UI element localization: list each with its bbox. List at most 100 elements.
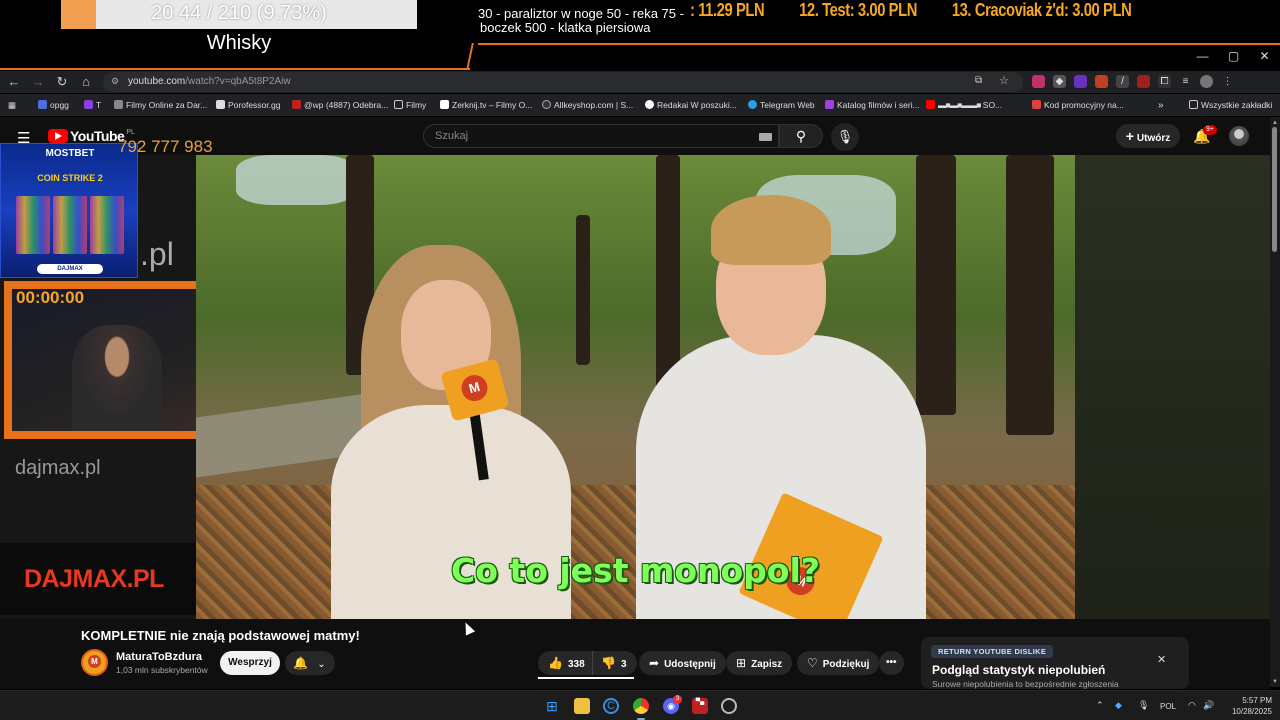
dislike-button[interactable]: 👎 3 <box>592 651 637 675</box>
apps-grid-icon[interactable]: ▦ <box>8 100 16 111</box>
volume-icon[interactable]: 🔊 <box>1203 700 1214 711</box>
bookmark-item[interactable]: Telegram Web <box>748 100 815 110</box>
address-bar[interactable]: ⚙ youtube.com/watch?v=qbA5t8P2Aiw ⧉ ☆ <box>103 72 1023 92</box>
channel-avatar[interactable]: M <box>81 649 108 676</box>
notification-settings-button[interactable]: 🔔 ⌄ <box>285 651 335 675</box>
extension-icon[interactable]: ◆ <box>1053 75 1066 88</box>
create-label: Utwórz <box>1136 133 1171 144</box>
channel-name[interactable]: MaturaToBzdura <box>116 651 202 663</box>
bookmark-favicon <box>542 100 551 109</box>
reload-icon[interactable]: ↻ <box>54 74 70 90</box>
bookmarks-bar: ▦ opgg T Filmy Online za Dar... Porofess… <box>0 94 1280 116</box>
menu-kebab-icon[interactable]: ⋮ <box>1221 75 1234 88</box>
keyboard-icon[interactable] <box>759 133 772 141</box>
browser-toolbar: ← → ↻ ⌂ ⚙ youtube.com/watch?v=qbA5t8P2Ai… <box>0 71 1280 93</box>
share-button[interactable]: ➦ Udostępnij <box>639 651 726 675</box>
create-button[interactable]: + Utwórz <box>1116 124 1180 148</box>
language-indicator[interactable]: POL <box>1160 702 1176 711</box>
bookmark-item[interactable]: Redakai W poszuki... <box>645 100 737 110</box>
support-button[interactable]: Wesprzyj <box>220 651 280 675</box>
maximize-button[interactable]: ▢ <box>1218 46 1249 68</box>
bookmark-label: Kod promocyjny na... <box>1044 100 1124 110</box>
tray-chevron-up-icon[interactable]: ⌃ <box>1096 700 1104 711</box>
microphone-icon: 🎙 <box>836 129 854 144</box>
scroll-down-arrow-icon[interactable]: ▼ <box>1272 679 1278 685</box>
wifi-icon[interactable]: ◠ <box>1188 700 1196 711</box>
chrome-icon[interactable] <box>633 698 649 714</box>
scroll-up-arrow-icon[interactable]: ▲ <box>1272 120 1278 126</box>
bookmark-favicon <box>216 100 225 109</box>
youtube-play-icon <box>48 129 68 143</box>
steam-icon[interactable]: ◆ <box>1115 700 1122 711</box>
account-avatar[interactable] <box>1229 126 1249 146</box>
search-icon: ⚲ <box>795 128 807 144</box>
profile-avatar[interactable] <box>1200 75 1213 88</box>
close-icon[interactable]: ✕ <box>1157 653 1166 666</box>
site-info-icon[interactable]: ⚙ <box>111 76 119 87</box>
search-button[interactable]: ⚲ <box>779 124 823 148</box>
file-explorer-icon[interactable] <box>574 698 590 714</box>
stream-note-line2: boczek 500 - klatka piersiowa <box>480 20 651 35</box>
microphone-icon[interactable]: 🎙 <box>1138 700 1149 711</box>
puzzle-icon[interactable]: ⧠ <box>1158 75 1171 88</box>
bookmark-star-icon[interactable]: ☆ <box>999 74 1009 87</box>
bookmark-item[interactable]: Filmy Online za Dar... <box>114 100 207 110</box>
country-code: PL <box>126 128 135 136</box>
like-button[interactable]: 👍 338 <box>538 651 593 675</box>
bookmark-favicon <box>84 100 93 109</box>
bookmark-label: Redakai W poszuki... <box>657 100 737 110</box>
bookmark-item[interactable]: Porofessor.gg <box>216 100 280 110</box>
search-placeholder: Szukaj <box>435 130 469 142</box>
windows-start-icon[interactable]: ⊞ <box>544 698 560 714</box>
bookmark-item[interactable]: Zerknij.tv – Filmy O... <box>440 100 532 110</box>
bookmark-label: Katalog filmów i seri... <box>837 100 920 110</box>
media-icon[interactable]: ≡ <box>1179 75 1192 88</box>
close-button[interactable]: ✕ <box>1249 46 1280 68</box>
mostbet-game-title: COIN STRIKE 2 <box>37 173 103 183</box>
bookmark-label: Filmy <box>406 100 427 110</box>
video-player[interactable]: M M Co to jest monopol? <box>196 155 1075 619</box>
forward-arrow-icon[interactable]: → <box>30 74 46 90</box>
extension-icon[interactable] <box>1032 75 1045 88</box>
more-actions-button[interactable]: ••• <box>879 651 904 675</box>
minimize-button[interactable]: — <box>1187 46 1218 68</box>
stream-app-icon[interactable]: ▀▄ <box>692 698 708 714</box>
bookmark-favicon <box>645 100 654 109</box>
bookmark-item[interactable]: @wp (4887) Odebra... <box>292 100 388 110</box>
bookmark-item[interactable]: Kod promocyjny na... <box>1032 100 1124 110</box>
page-scrollbar[interactable] <box>1270 117 1280 687</box>
scrollbar-thumb[interactable] <box>1272 127 1277 252</box>
save-button[interactable]: ⊞ Zapisz <box>726 651 793 675</box>
install-app-icon[interactable]: ⧉ <box>975 75 982 86</box>
extension-icon[interactable] <box>1137 75 1150 88</box>
bookmark-item[interactable]: opgg <box>38 100 69 110</box>
dajmax-url: dajmax.pl <box>15 457 101 479</box>
bookmark-item[interactable]: ▬■▬■▬▬■ SO... <box>926 100 1002 110</box>
bookmark-item[interactable]: Allkeyshop.com | S... <box>542 100 633 110</box>
back-arrow-icon[interactable]: ← <box>6 74 22 90</box>
bookmark-label: Filmy Online za Dar... <box>126 100 208 110</box>
search-input[interactable]: Szukaj <box>423 124 779 148</box>
return-youtube-dislike-panel: RETURN YOUTUBE DISLIKE Podgląd statystyk… <box>921 637 1189 689</box>
extension-icon[interactable]: / <box>1116 75 1129 88</box>
url-path: /watch?v=qbA5t8P2Aiw <box>185 76 291 87</box>
bookmark-item[interactable]: Katalog filmów i seri... <box>825 100 920 110</box>
bookmark-favicon <box>1032 100 1041 109</box>
thanks-button[interactable]: ♡ Podziękuj <box>797 651 880 675</box>
bookmark-folder[interactable]: Filmy <box>394 100 426 110</box>
settings-gear-icon[interactable] <box>721 698 737 714</box>
system-clock[interactable]: 5:57 PM 10/28/2025 <box>1222 695 1272 717</box>
tree-trunk <box>1006 155 1054 435</box>
donation-goal-label: Whisky <box>206 32 272 54</box>
window-controls: — ▢ ✕ <box>1187 46 1280 68</box>
extension-icon[interactable] <box>1095 75 1108 88</box>
extension-icon[interactable] <box>1074 75 1087 88</box>
voice-search-button[interactable]: 🎙 <box>831 123 859 151</box>
bookmark-favicon <box>748 100 757 109</box>
app-c-icon[interactable]: C <box>603 698 619 714</box>
thanks-label: Podziękuj <box>822 659 870 670</box>
all-bookmarks-folder[interactable]: Wszystkie zakładki <box>1189 100 1272 110</box>
chevron-right-icon[interactable]: » <box>1158 100 1164 111</box>
bookmark-item[interactable]: T <box>84 100 101 110</box>
home-icon[interactable]: ⌂ <box>78 74 94 90</box>
